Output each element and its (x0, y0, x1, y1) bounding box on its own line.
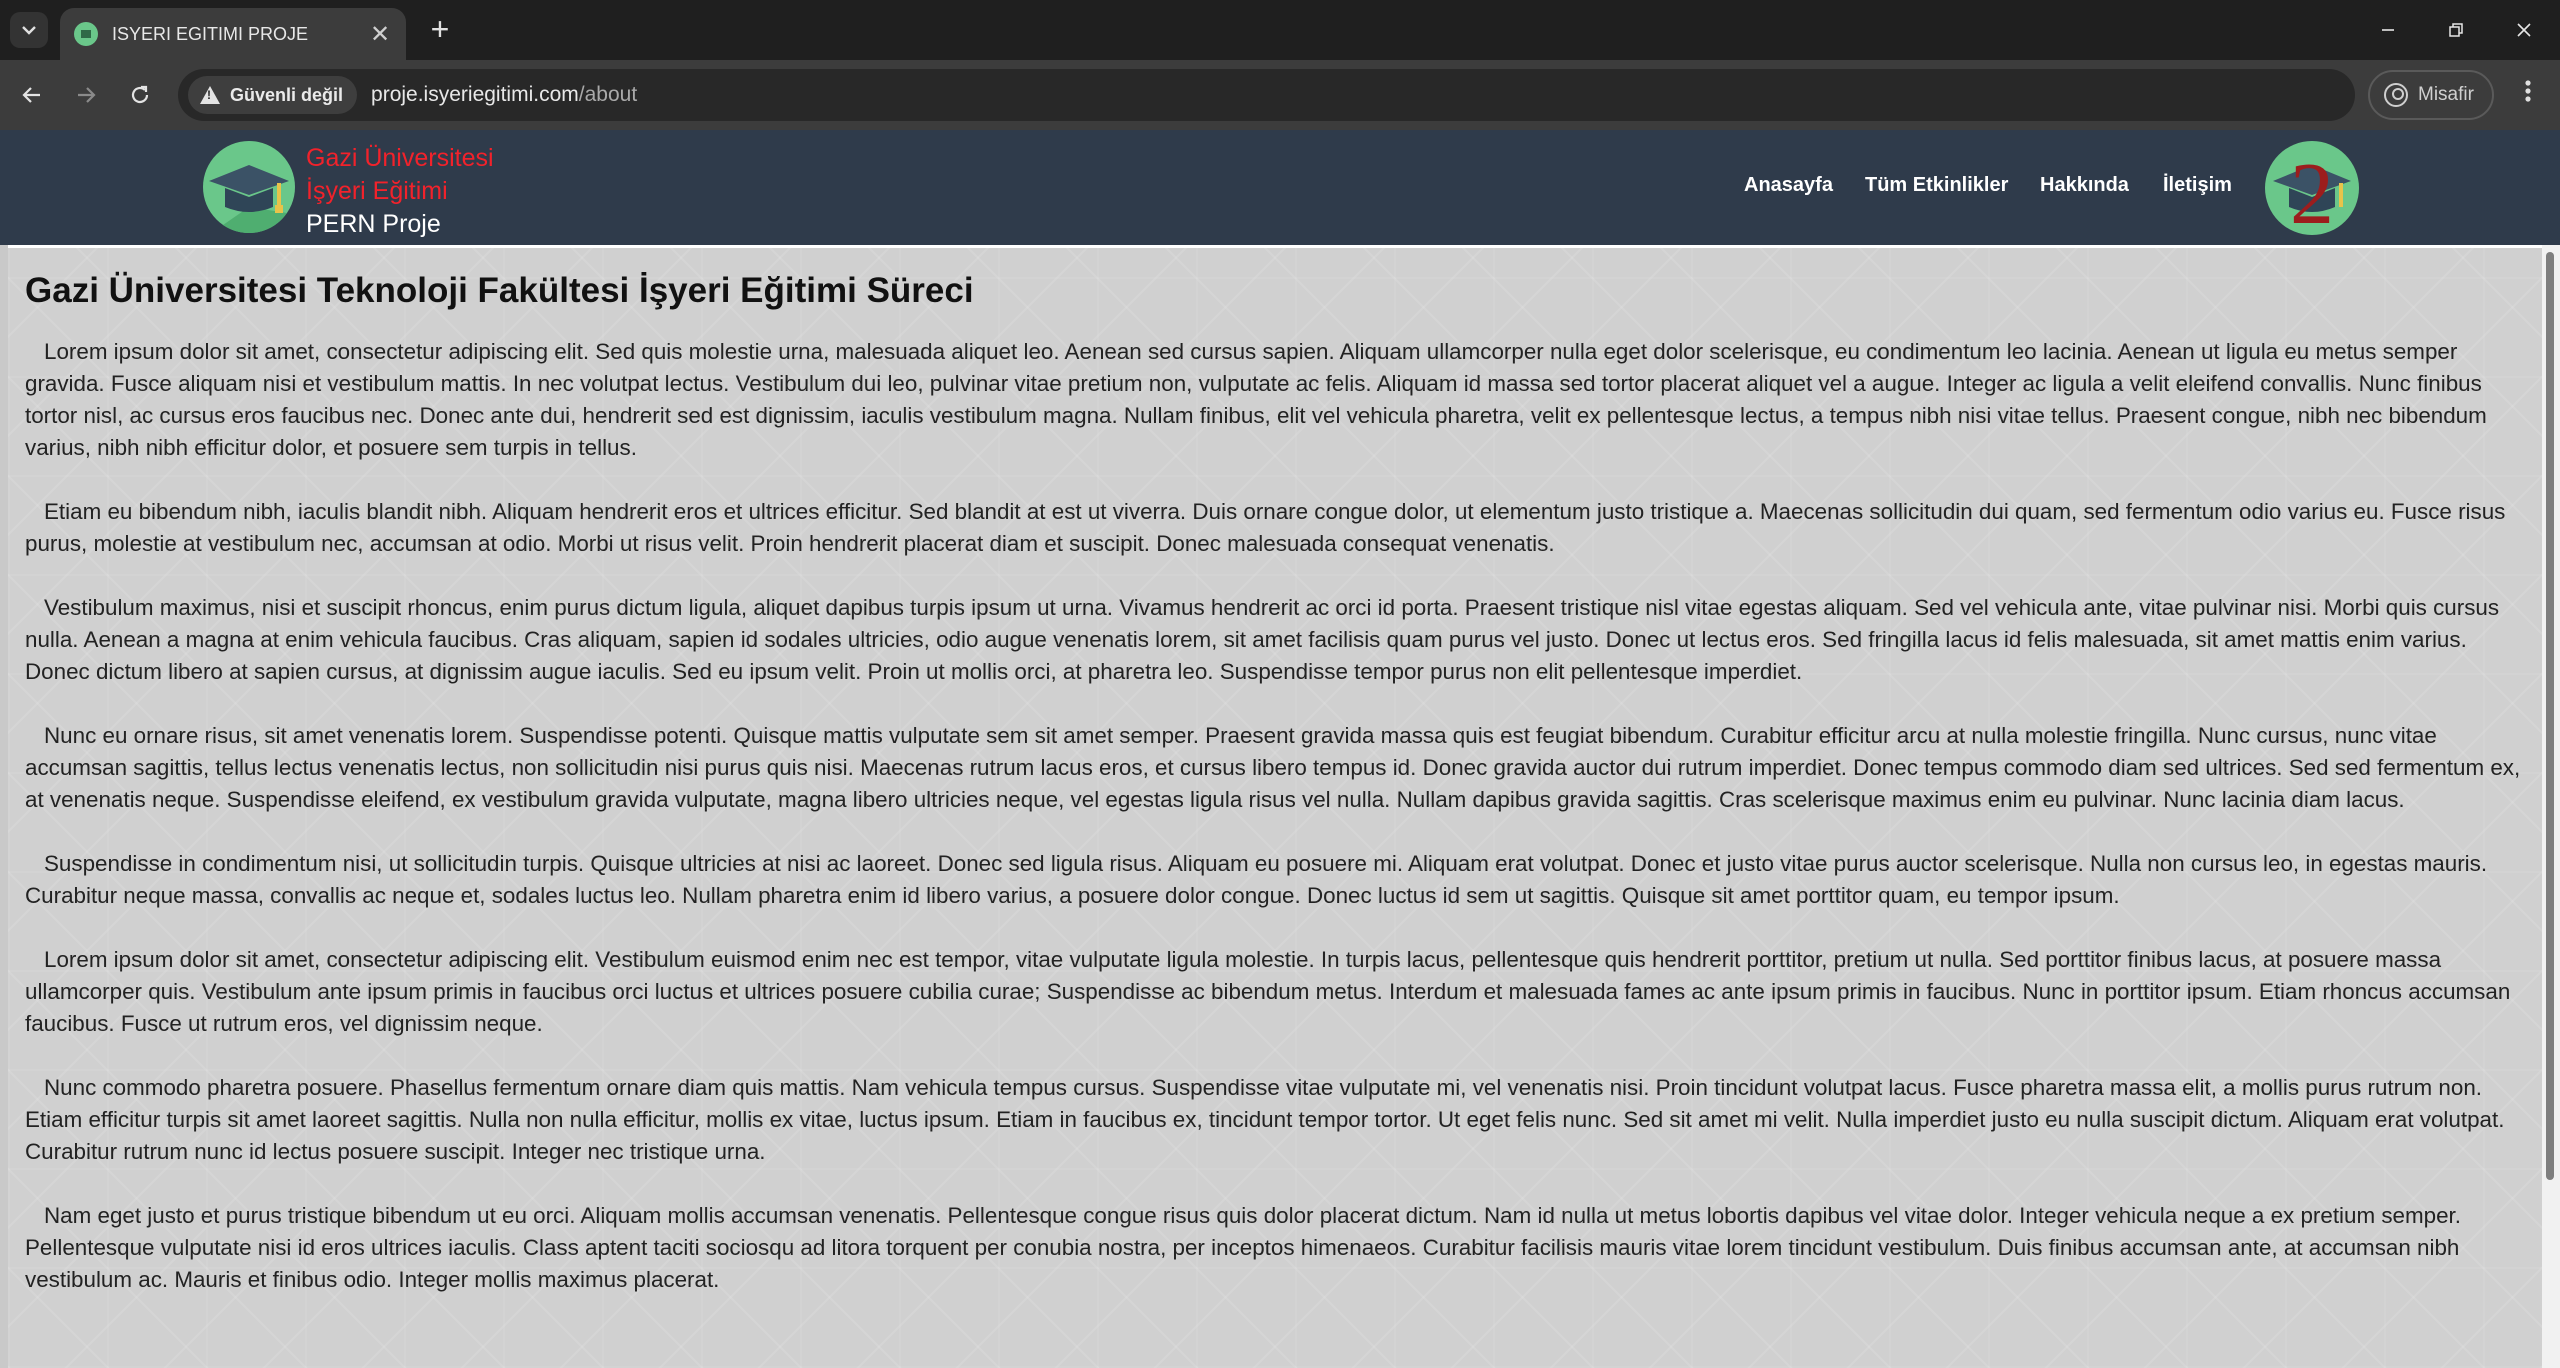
content-paragraph: Nunc commodo pharetra posuere. Phasellus… (25, 1075, 2505, 1164)
content-paragraph: Nam eget justo et purus tristique bibend… (25, 1203, 2461, 1292)
url-text[interactable]: proje.isyeriegitimi.com/about (371, 83, 637, 107)
brand-line-program: İşyeri Eğitimi (306, 177, 448, 205)
content-paragraph: Nunc eu ornare risus, sit amet venenatis… (25, 723, 2521, 812)
content-paragraph: Vestibulum maximus, nisi et suscipit rho… (25, 595, 2500, 684)
site-header: Gazi Üniversitesi İşyeri Eğitimi PERN Pr… (0, 130, 2560, 245)
more-vertical-icon (2525, 80, 2531, 102)
content-paragraph: Lorem ipsum dolor sit amet, consectetur … (25, 339, 2487, 460)
brand-line-project: PERN Proje (306, 210, 441, 238)
reload-icon (131, 85, 149, 104)
browser-tab-active[interactable]: ISYERI EGITIMI PROJE ✕ (60, 8, 406, 60)
nav-link-about[interactable]: Hakkında (2040, 174, 2129, 197)
new-tab-button[interactable]: + (422, 12, 458, 48)
arrow-right-icon (78, 87, 96, 103)
back-button[interactable] (14, 77, 50, 113)
profile-button[interactable]: Misafir (2368, 70, 2494, 120)
url-host: proje.isyeriegitimi.com (371, 83, 579, 106)
scrollbar-thumb[interactable] (2546, 252, 2554, 1180)
brand-line-university: Gazi Üniversitesi (306, 144, 494, 172)
about-content: Gazi Üniversitesi Teknoloji Fakültesi İş… (8, 248, 2542, 1368)
badge-number: 2 (2290, 146, 2334, 235)
close-icon (2517, 23, 2531, 37)
reload-button[interactable] (122, 77, 158, 113)
content-paragraph: Suspendisse in condimentum nisi, ut soll… (25, 851, 2488, 908)
content-paragraph: Etiam eu bibendum nibh, iaculis blandit … (25, 499, 2506, 556)
site-favicon-icon (74, 22, 98, 46)
minimize-button[interactable] (2358, 8, 2418, 52)
forward-button[interactable] (68, 77, 104, 113)
nav-link-contact[interactable]: İletişim (2163, 174, 2232, 197)
address-bar[interactable]: Güvenli değil proje.isyeriegitimi.com/ab… (178, 69, 2355, 121)
restore-button[interactable] (2426, 8, 2486, 52)
content-paragraph: Lorem ipsum dolor sit amet, consectetur … (25, 947, 2511, 1036)
page-scrollbar[interactable] (2542, 245, 2560, 1368)
arrow-left-icon (22, 87, 40, 103)
restore-icon (2449, 23, 2463, 37)
tab-close-icon[interactable]: ✕ (368, 20, 392, 49)
browser-toolbar: Güvenli değil proje.isyeriegitimi.com/ab… (0, 60, 2560, 130)
graduation-cap-logo-icon[interactable] (203, 141, 295, 233)
page-left-edge (0, 245, 8, 1368)
site-brand[interactable]: Gazi Üniversitesi İşyeri Eğitimi PERN Pr… (306, 142, 494, 241)
profile-label: Misafir (2418, 84, 2474, 105)
security-label: Güvenli değil (230, 84, 344, 105)
tab-title: ISYERI EGITIMI PROJE (112, 23, 309, 44)
security-indicator[interactable]: Güvenli değil (188, 76, 358, 114)
browser-menu-button[interactable] (2510, 77, 2546, 113)
url-path: /about (578, 83, 638, 106)
chevron-down-icon (22, 26, 36, 35)
nav-link-events[interactable]: Tüm Etkinlikler (1865, 174, 2008, 197)
warning-icon (200, 86, 220, 104)
graduation-cap-badge-icon[interactable]: 2 (2265, 141, 2359, 235)
nav-link-home[interactable]: Anasayfa (1744, 174, 1833, 197)
page-title: Gazi Üniversitesi Teknoloji Fakültesi İş… (25, 271, 974, 310)
browser-tab-bar: ISYERI EGITIMI PROJE ✕ + (0, 0, 2560, 60)
close-window-button[interactable] (2494, 8, 2554, 52)
tab-search-button[interactable] (10, 12, 48, 48)
profile-icon (2384, 83, 2408, 107)
minimize-icon (2382, 29, 2394, 31)
